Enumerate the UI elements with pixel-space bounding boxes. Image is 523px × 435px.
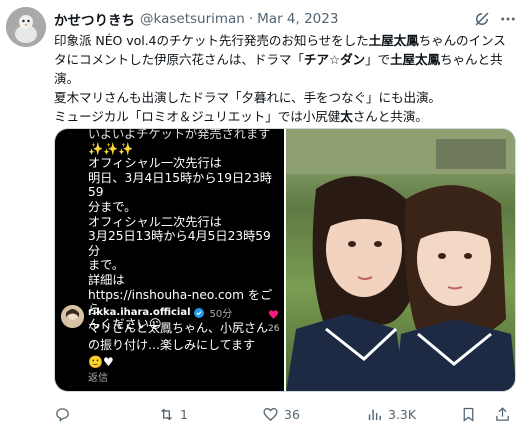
share-icon xyxy=(496,406,509,421)
comment-text: マリさんと太鳳ちゃん、小尻さんの振り付け…楽しみにしてます🙂♥ xyxy=(88,321,269,369)
views-button[interactable]: 3.3K xyxy=(366,404,416,424)
tweet-text: 印象派 NÉO vol.4のチケット先行発売のお知らせをした土屋太鳳ちゃんのイン… xyxy=(54,31,516,126)
tweet-header: かせつりきち @kasetsuriman · Mar 4, 2023 xyxy=(54,9,338,29)
instagram-comment: rikka.ihara.official 50分 マリさんと太鳳ちゃん、小尻さん… xyxy=(55,297,286,391)
instagram-screenshot-image[interactable]: いよいよチケットが発売されます ✨✨✨ オフィシャル一次先行は 明日、3月4日1… xyxy=(55,129,284,391)
grok-icon[interactable] xyxy=(473,10,491,28)
like-button[interactable]: 36 xyxy=(262,404,300,424)
tweet[interactable]: かせつりきち @kasetsuriman · Mar 4, 2023 印象派 N… xyxy=(0,0,523,435)
bookmark-button[interactable] xyxy=(460,404,477,424)
two-students-photo xyxy=(286,129,515,391)
bookmark-icon xyxy=(463,407,474,422)
verified-icon xyxy=(193,307,204,318)
photo-image[interactable] xyxy=(286,129,515,391)
more-icon[interactable] xyxy=(499,10,517,28)
like-icon xyxy=(263,407,278,421)
retweet-icon xyxy=(161,408,172,420)
separator-dot: · xyxy=(248,11,254,27)
like-count: 36 xyxy=(284,406,300,422)
tweet-media[interactable]: いよいよチケットが発売されます ✨✨✨ オフィシャル一次先行は 明日、3月4日1… xyxy=(54,128,516,392)
heart-count: 26 xyxy=(268,324,280,334)
user-handle[interactable]: @kasetsuriman xyxy=(140,11,245,27)
share-button[interactable] xyxy=(494,404,511,424)
reply-button[interactable] xyxy=(54,404,76,424)
tweet-paragraph-1: 印象派 NÉO vol.4のチケット先行発売のお知らせをした土屋太鳳ちゃんのイン… xyxy=(54,33,506,86)
tweet-paragraph-2: 夏木マリさんも出演したドラマ「夕暮れに、手をつなぐ」にも出演。 xyxy=(54,90,441,105)
views-icon xyxy=(368,409,381,420)
comment-username: rikka.ihara.official 50分 xyxy=(88,307,233,320)
comment-reply-link: 返信 xyxy=(88,373,108,384)
heart-icon xyxy=(268,310,279,319)
user-avatar[interactable] xyxy=(6,7,46,47)
comment-avatar xyxy=(61,305,84,328)
views-count: 3.3K xyxy=(388,406,417,422)
reply-icon xyxy=(56,407,69,422)
comment-time: 50分 xyxy=(209,309,233,320)
tweet-actions: 1 36 3.3K xyxy=(54,404,516,424)
tweet-date[interactable]: Mar 4, 2023 xyxy=(257,11,338,27)
tweet-paragraph-3: ミュージカル「ロミオ＆ジュリエット」では小尻健太さんと共演。 xyxy=(54,109,428,124)
retweet-button[interactable]: 1 xyxy=(158,404,188,424)
retweet-count: 1 xyxy=(180,406,188,422)
display-name[interactable]: かせつりきち xyxy=(54,9,135,29)
